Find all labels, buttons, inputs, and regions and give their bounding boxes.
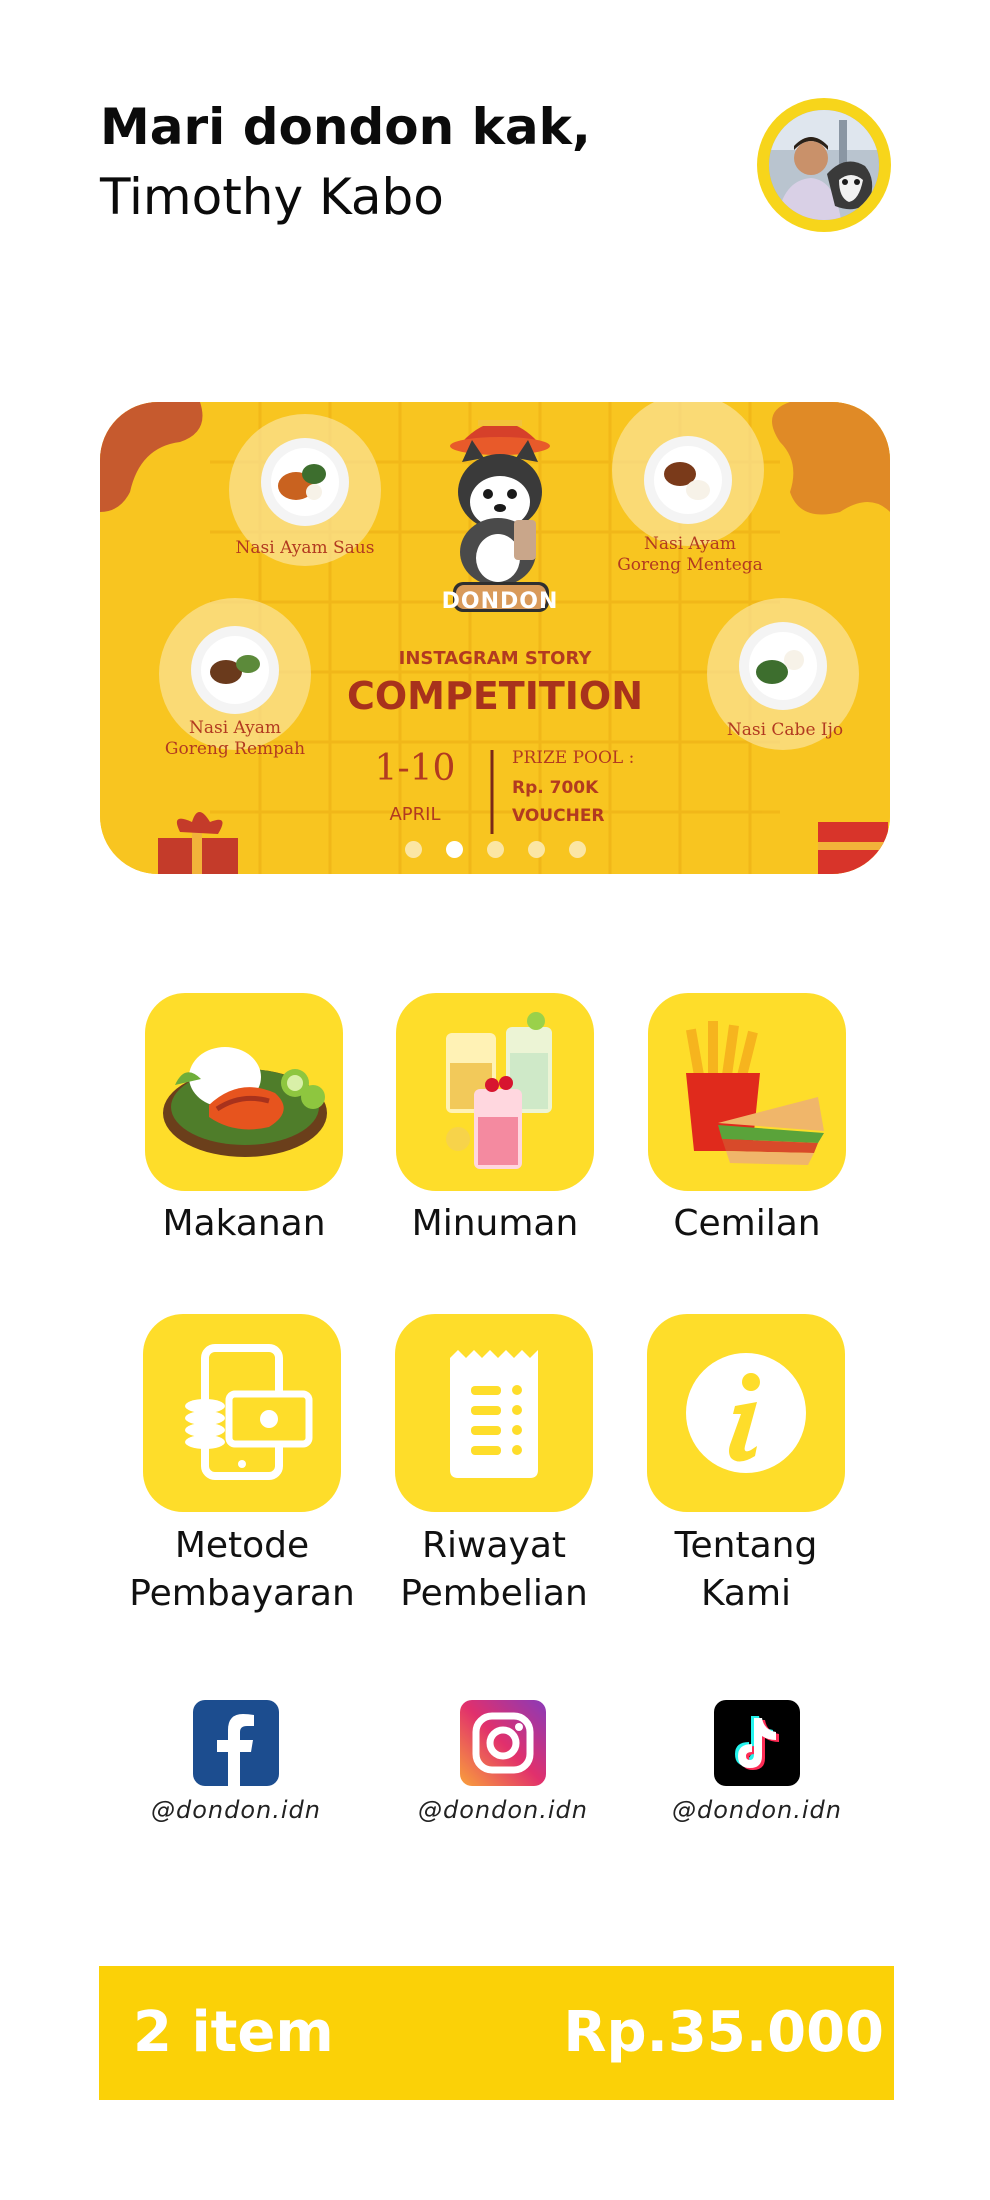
payment-method-button[interactable] [143, 1314, 341, 1512]
purchase-history-label: Riwayat Pembelian [374, 1522, 614, 1618]
label-line: Pembayaran [129, 1573, 355, 1614]
banner-item-label: Nasi Ayam Goreng Rempah [164, 718, 306, 759]
menu-minuman-label: Minuman [411, 1203, 579, 1244]
banner-logo: DONDON [441, 589, 559, 614]
label-line: Pembelian [400, 1573, 588, 1614]
payment-method-label: Metode Pembayaran [122, 1522, 362, 1618]
banner-item-label: Nasi Cabe Ijo [726, 720, 844, 740]
carousel-dot[interactable] [486, 841, 504, 858]
carousel-dot-active[interactable] [445, 841, 463, 858]
cart-total-price: Rp.35.000 [563, 2000, 884, 2065]
carousel-dot[interactable] [527, 841, 545, 858]
purchase-history-button[interactable] [395, 1314, 593, 1512]
promo-banner[interactable]: DONDON Nasi Ayam Saus Nasi Ayam Goreng Me… [100, 402, 890, 874]
banner-title: COMPETITION [346, 674, 644, 718]
banner-item-label: Nasi Ayam Saus [235, 538, 375, 558]
instagram-handle[interactable]: @dondon.idn [383, 1796, 623, 1824]
facebook-handle[interactable]: @dondon.idn [116, 1796, 356, 1824]
instagram-icon [472, 1712, 534, 1774]
banner-month: APRIL [389, 804, 441, 825]
menu-makanan-label: Makanan [162, 1203, 326, 1244]
label-line: Kami [700, 1573, 792, 1614]
banner-prize-amount: Rp. 700K [512, 778, 599, 798]
menu-makanan-button[interactable] [145, 993, 343, 1191]
banner-prize-label: PRIZE POOL : [512, 748, 635, 768]
payment-method-icon [185, 1344, 313, 1480]
tiktok-handle[interactable]: @dondon.idn [637, 1796, 877, 1824]
carousel-dot[interactable] [404, 841, 422, 858]
user-avatar-photo [769, 110, 879, 220]
menu-minuman-button[interactable] [396, 993, 594, 1191]
banner-date: 1-10 [374, 748, 456, 789]
menu-cemilan-button[interactable] [648, 993, 846, 1191]
about-us-label: Tentang Kami [626, 1522, 866, 1618]
banner-artwork [100, 402, 890, 874]
tiktok-link[interactable] [714, 1700, 800, 1786]
drinks-icon [446, 1012, 552, 1169]
food-plate-icon [163, 1047, 327, 1157]
avatar[interactable] [757, 98, 891, 232]
carousel-indicator[interactable] [100, 841, 890, 863]
banner-prize-type: VOUCHER [512, 806, 605, 826]
greeting-text: Mari dondon kak, [100, 98, 591, 156]
snack-icon [685, 1021, 824, 1165]
cart-bar[interactable]: 2 item Rp.35.000 [99, 1966, 894, 2100]
banner-item-label: Nasi Ayam Goreng Mentega [617, 534, 763, 575]
about-us-button[interactable] [647, 1314, 845, 1512]
instagram-link[interactable] [460, 1700, 546, 1786]
banner-subtitle: INSTAGRAM STORY [398, 648, 592, 669]
user-name: Timothy Kabo [100, 168, 444, 226]
facebook-link[interactable] [193, 1700, 279, 1786]
facebook-icon [217, 1714, 254, 1786]
label-line: Riwayat [422, 1525, 566, 1566]
carousel-dot[interactable] [568, 841, 586, 858]
info-icon [686, 1353, 806, 1473]
menu-cemilan-label: Cemilan [673, 1203, 821, 1244]
label-line: Tentang [674, 1525, 818, 1566]
tiktok-icon [735, 1716, 779, 1770]
label-line: Metode [174, 1525, 310, 1566]
receipt-icon [450, 1350, 538, 1478]
cart-item-count: 2 item [133, 2000, 334, 2065]
